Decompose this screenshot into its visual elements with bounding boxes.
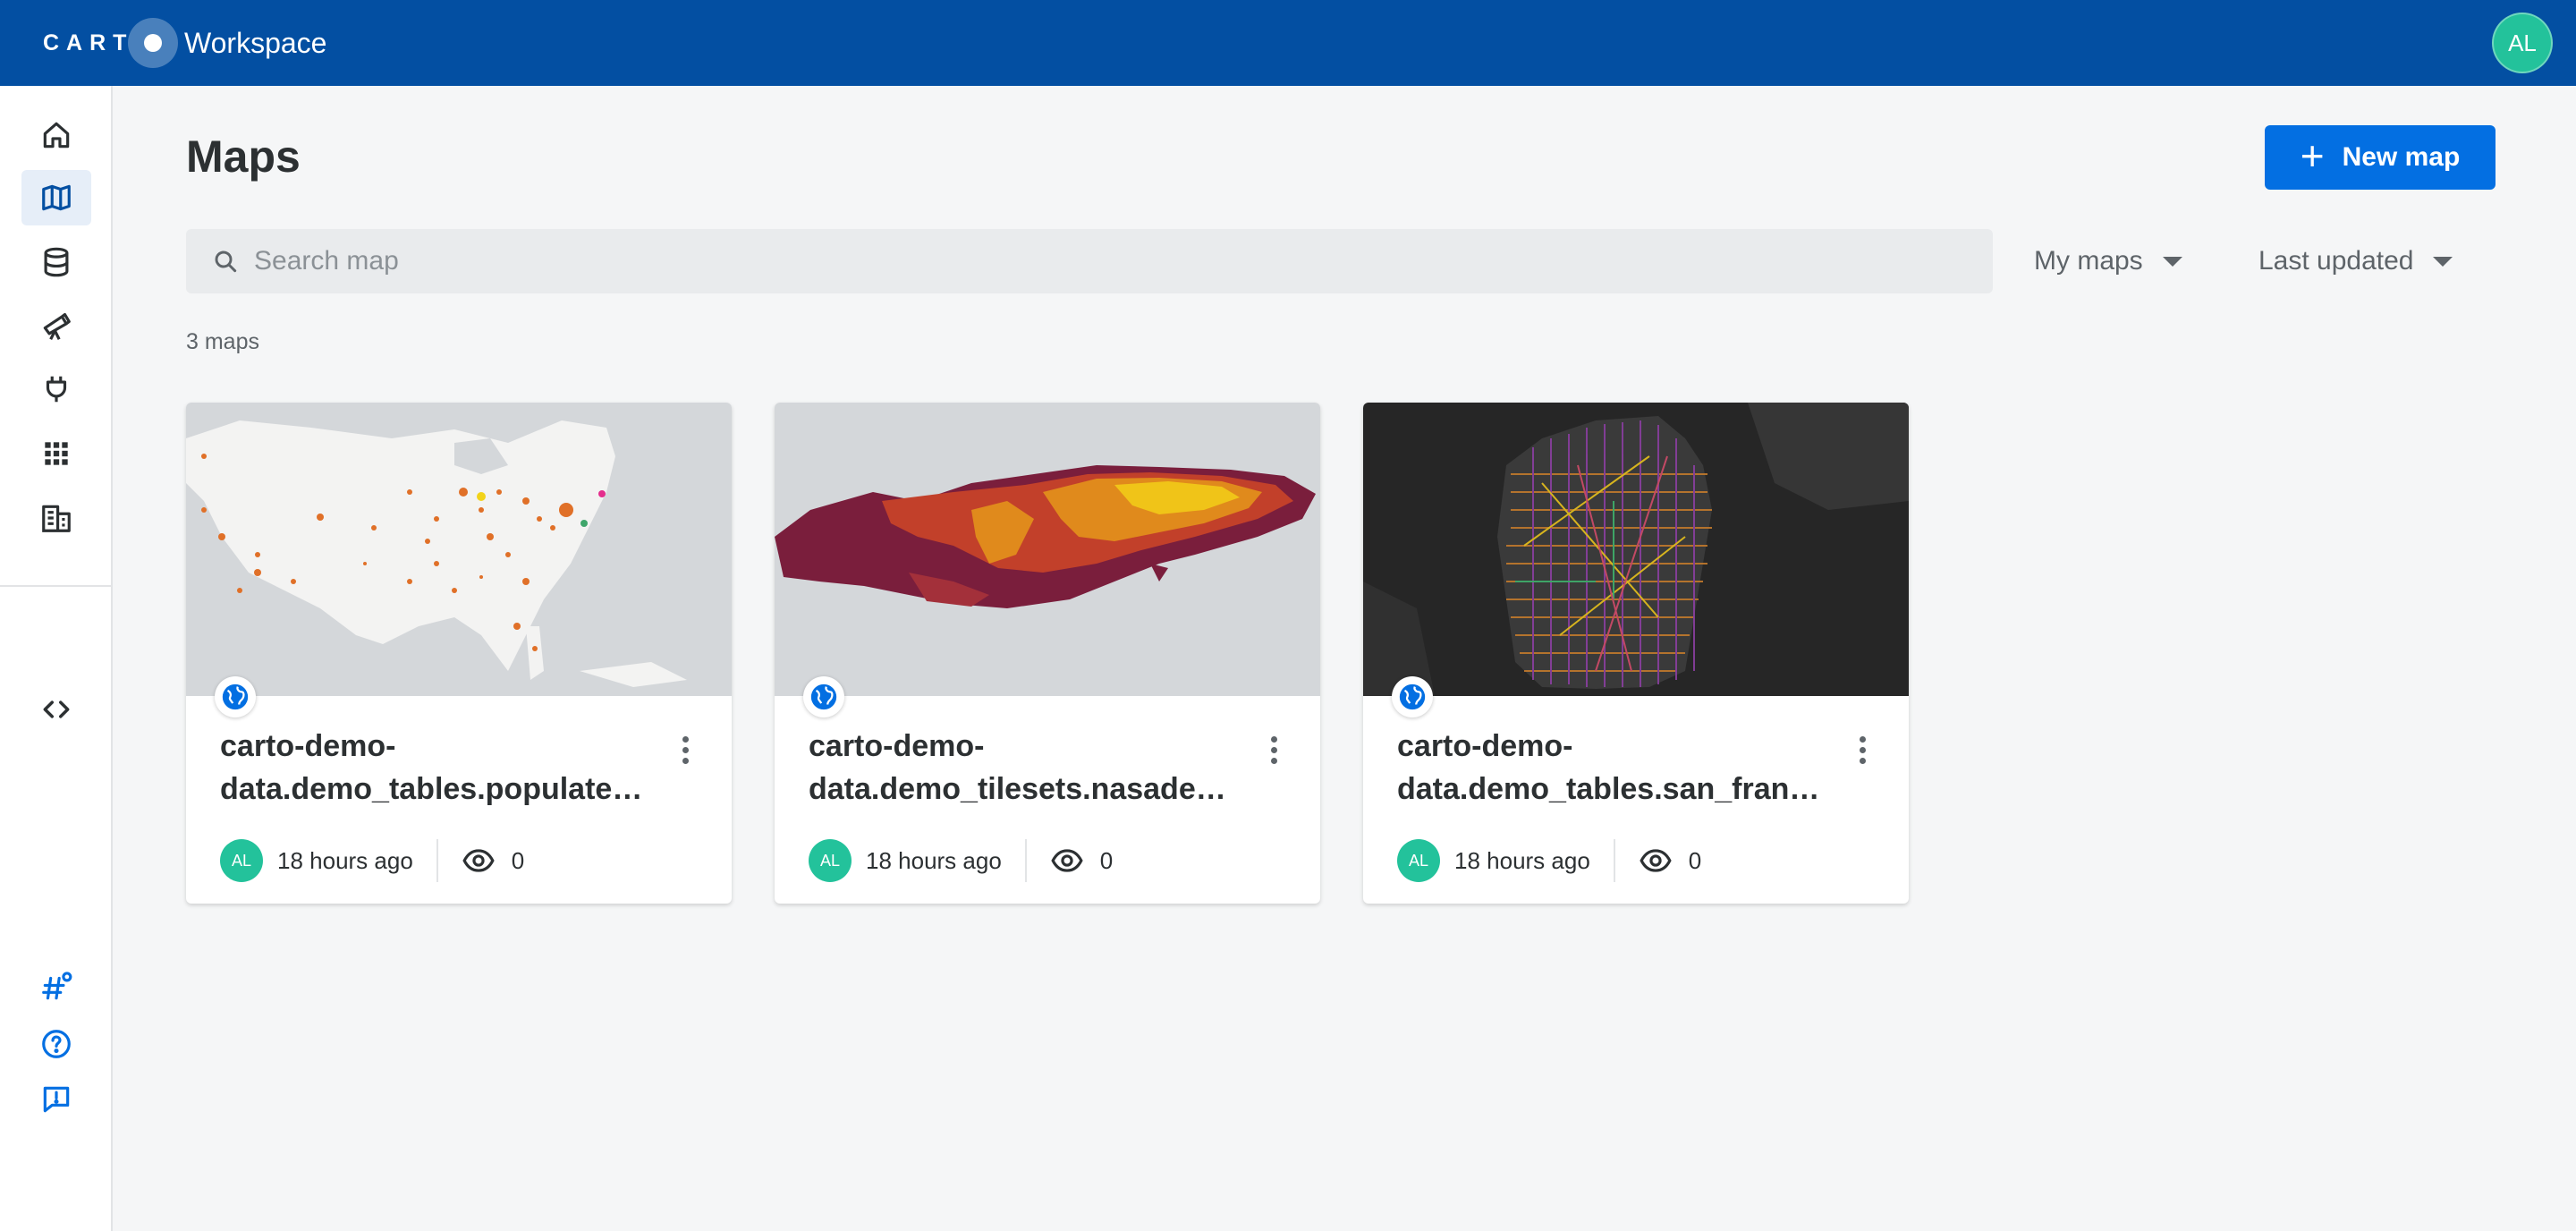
feedback-icon <box>43 1086 70 1113</box>
map-meta: AL 18 hours ago 0 <box>809 837 1113 884</box>
code-icon <box>43 700 70 718</box>
caret-down-icon <box>2433 256 2453 267</box>
sidebar-item-data-observatory[interactable] <box>21 299 91 354</box>
eye-icon <box>1640 849 1672 872</box>
page-title: Maps <box>186 132 301 182</box>
view-count: 0 <box>511 846 525 874</box>
sidebar-divider <box>0 585 111 587</box>
updated-time: 18 hours ago <box>866 846 1002 874</box>
owner-avatar: AL <box>220 839 263 882</box>
sidebar-item-whats-new[interactable] <box>21 959 91 1015</box>
owner-filter-dropdown[interactable]: My maps <box>2034 229 2182 293</box>
telescope-icon <box>43 312 71 340</box>
map-card[interactable]: carto-demo- data.demo_tilesets.nasadem_t… <box>775 403 1320 904</box>
meta-divider <box>436 839 438 882</box>
map-title-line2: data.demo_tilesets.nasadem_tileset <box>809 772 1247 806</box>
map-thumbnail <box>775 403 1320 696</box>
sidebar-item-home[interactable] <box>21 107 91 163</box>
home-icon <box>43 122 70 149</box>
search-box <box>186 229 1993 293</box>
map-title-line2: data.demo_tables.san_francisco_street_tr… <box>1397 772 1835 806</box>
map-title-line2: data.demo_tables.populated_places <box>220 772 658 806</box>
owner-avatar: AL <box>809 839 852 882</box>
sidebar-item-feedback[interactable] <box>21 1072 91 1127</box>
sidebar-item-help[interactable] <box>21 1016 91 1072</box>
map-thumbnail <box>1363 403 1909 696</box>
map-card[interactable]: carto-demo- data.demo_tables.populated_p… <box>186 403 732 904</box>
search-input[interactable] <box>254 246 1953 276</box>
map-meta: AL 18 hours ago 0 <box>220 837 524 884</box>
new-map-button[interactable]: + New map <box>2265 125 2496 190</box>
map-meta: AL 18 hours ago 0 <box>1397 837 1701 884</box>
map-title[interactable]: carto-demo- data.demo_tilesets.nasadem_t… <box>809 725 1247 811</box>
maps-count: 3 maps <box>186 329 259 354</box>
eye-icon <box>462 849 495 872</box>
view-count: 0 <box>1688 846 1702 874</box>
updated-time: 18 hours ago <box>1454 846 1590 874</box>
sidebar-item-maps[interactable] <box>21 170 91 225</box>
database-icon <box>44 247 69 277</box>
updated-time: 18 hours ago <box>277 846 413 874</box>
public-map-badge <box>803 676 844 717</box>
map-title-line1: carto-demo- <box>809 729 985 763</box>
owner-avatar: AL <box>1397 839 1440 882</box>
top-bar: CART Workspace AL <box>0 0 2576 86</box>
map-card[interactable]: carto-demo- data.demo_tables.san_francis… <box>1363 403 1909 904</box>
sidebar <box>0 86 113 1231</box>
meta-divider <box>1024 839 1027 882</box>
sort-dropdown[interactable]: Last updated <box>2258 229 2453 293</box>
map-title-line1: carto-demo- <box>1397 729 1573 763</box>
plug-icon <box>46 376 67 403</box>
view-count: 0 <box>1099 846 1114 874</box>
app-name: Workspace <box>184 26 327 59</box>
search-icon <box>215 250 237 273</box>
map-icon <box>42 184 71 211</box>
plus-icon: + <box>2300 132 2325 179</box>
map-title[interactable]: carto-demo- data.demo_tables.san_francis… <box>1397 725 1835 811</box>
meta-divider <box>1613 839 1615 882</box>
public-map-badge <box>215 676 256 717</box>
public-map-badge <box>1392 676 1433 717</box>
sort-label: Last updated <box>2258 246 2414 276</box>
sidebar-item-applications[interactable] <box>21 426 91 481</box>
building-icon <box>42 505 71 532</box>
eye-icon <box>1051 849 1083 872</box>
hashtag-icon <box>42 972 72 1000</box>
map-title-line1: carto-demo- <box>220 729 396 763</box>
sidebar-item-data[interactable] <box>21 234 91 290</box>
globe-icon <box>810 683 837 710</box>
globe-icon <box>1399 683 1426 710</box>
more-options-button[interactable] <box>1843 725 1882 775</box>
sidebar-item-developers[interactable] <box>21 682 91 737</box>
more-options-button[interactable] <box>1254 725 1293 775</box>
carto-logo[interactable]: CART <box>43 0 179 86</box>
map-title[interactable]: carto-demo- data.demo_tables.populated_p… <box>220 725 658 811</box>
sidebar-item-organization[interactable] <box>21 490 91 546</box>
new-map-label: New map <box>2342 142 2461 172</box>
grid-icon <box>45 442 68 465</box>
help-icon <box>42 1030 71 1058</box>
globe-icon <box>222 683 249 710</box>
map-thumbnail <box>186 403 732 696</box>
caret-down-icon <box>2162 256 2182 267</box>
user-avatar[interactable]: AL <box>2492 13 2553 73</box>
sidebar-item-connections[interactable] <box>21 361 91 417</box>
owner-filter-label: My maps <box>2034 246 2143 276</box>
more-options-button[interactable] <box>665 725 705 775</box>
